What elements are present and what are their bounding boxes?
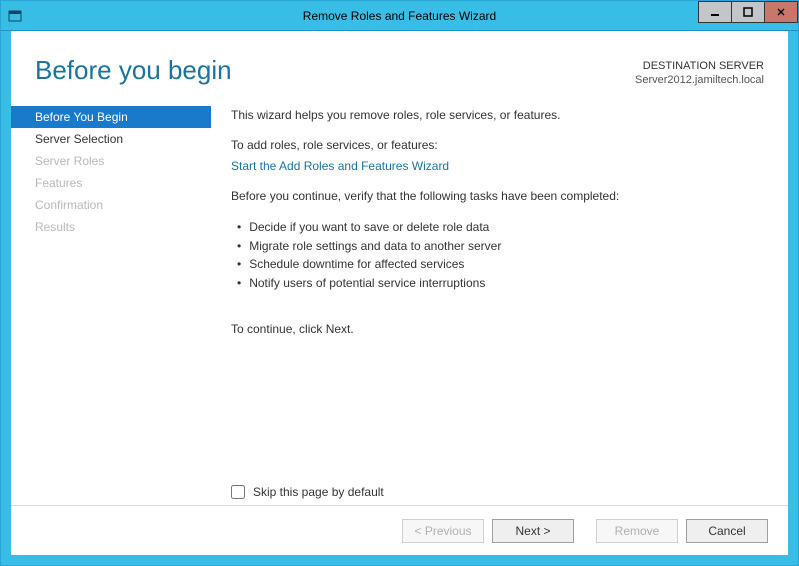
verify-text: Before you continue, verify that the fol…: [231, 187, 764, 206]
nav-server-selection[interactable]: Server Selection: [11, 128, 211, 150]
wizard-window: Remove Roles and Features Wizard Before …: [0, 0, 799, 566]
skip-page-checkbox[interactable]: [231, 485, 245, 499]
maximize-button[interactable]: [731, 1, 765, 23]
task-list: Decide if you want to save or delete rol…: [237, 218, 764, 292]
close-button[interactable]: [764, 1, 798, 23]
window-title: Remove Roles and Features Wizard: [1, 9, 798, 23]
task-item: Schedule downtime for affected services: [237, 255, 764, 274]
task-item: Notify users of potential service interr…: [237, 274, 764, 293]
nav-results: Results: [11, 216, 211, 238]
remove-button: Remove: [596, 519, 678, 543]
app-icon: [7, 8, 23, 24]
skip-page-row[interactable]: Skip this page by default: [231, 485, 384, 499]
task-item: Decide if you want to save or delete rol…: [237, 218, 764, 237]
body: Before You Begin Server Selection Server…: [11, 96, 788, 505]
next-button[interactable]: Next >: [492, 519, 574, 543]
minimize-button[interactable]: [698, 1, 732, 23]
intro-text: This wizard helps you remove roles, role…: [231, 106, 764, 125]
header: Before you begin DESTINATION SERVER Serv…: [11, 31, 788, 96]
nav-before-you-begin[interactable]: Before You Begin: [11, 106, 211, 128]
client-area: Before you begin DESTINATION SERVER Serv…: [1, 31, 798, 565]
nav-server-roles: Server Roles: [11, 150, 211, 172]
titlebar[interactable]: Remove Roles and Features Wizard: [1, 1, 798, 31]
task-item: Migrate role settings and data to anothe…: [237, 237, 764, 256]
previous-button: < Previous: [402, 519, 484, 543]
nav-confirmation: Confirmation: [11, 194, 211, 216]
skip-page-label: Skip this page by default: [253, 485, 384, 499]
destination-server: Server2012.jamiltech.local: [635, 73, 764, 87]
nav-steps: Before You Begin Server Selection Server…: [11, 100, 211, 505]
page-title: Before you begin: [35, 55, 232, 86]
destination-info: DESTINATION SERVER Server2012.jamiltech.…: [635, 55, 764, 88]
start-add-wizard-link[interactable]: Start the Add Roles and Features Wizard: [231, 159, 449, 173]
button-bar: < Previous Next > Remove Cancel: [11, 505, 788, 555]
window-controls: [699, 1, 798, 23]
add-hint: To add roles, role services, or features…: [231, 136, 764, 155]
destination-label: DESTINATION SERVER: [635, 59, 764, 73]
nav-features: Features: [11, 172, 211, 194]
continue-text: To continue, click Next.: [231, 320, 764, 339]
content: This wizard helps you remove roles, role…: [211, 100, 764, 505]
cancel-button[interactable]: Cancel: [686, 519, 768, 543]
